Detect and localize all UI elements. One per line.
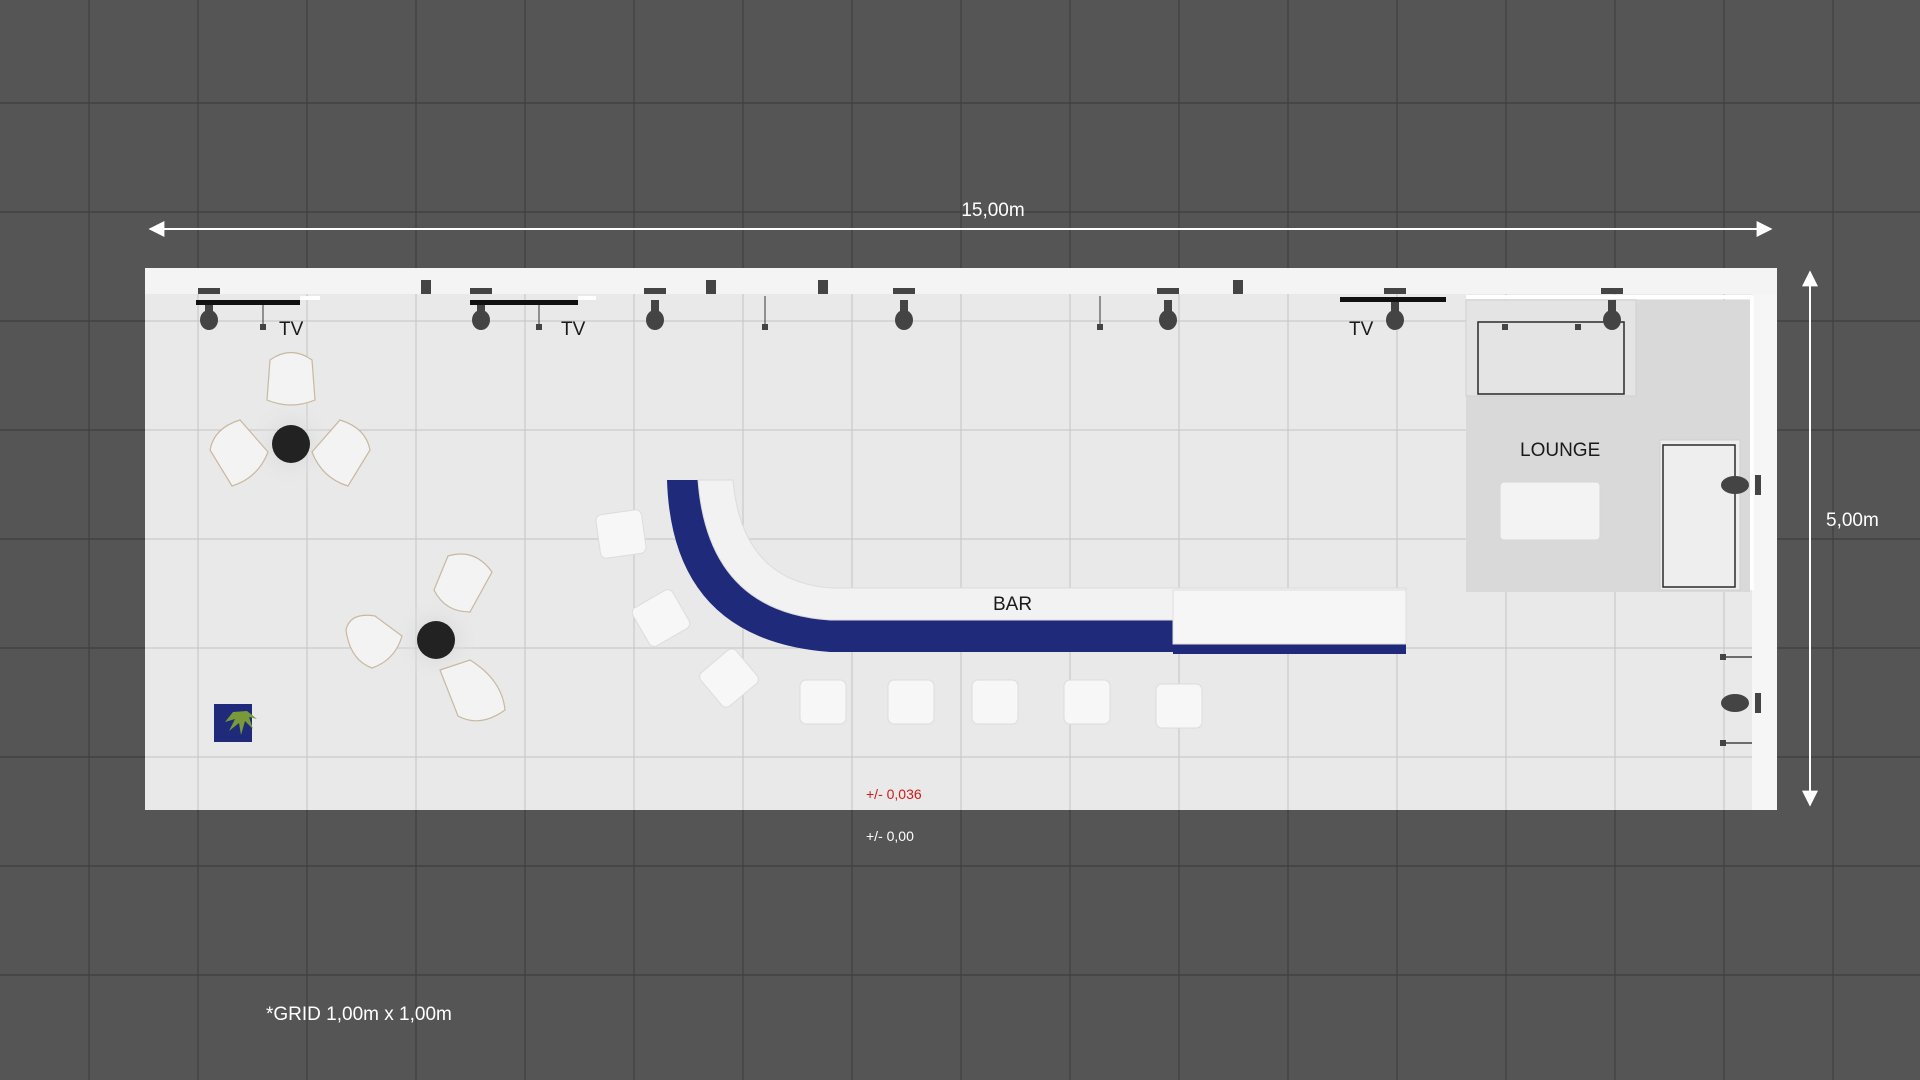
bar-label: BAR (993, 594, 1032, 615)
right-wall (1752, 294, 1777, 810)
grid-note: *GRID 1,00m x 1,00m (266, 1004, 452, 1025)
width-dimension-label: 15,00m (961, 200, 1024, 221)
floor-level-label: +/- 0,036 (866, 786, 922, 802)
lounge-table (1499, 481, 1601, 541)
round-table-1 (272, 425, 310, 463)
round-table-2 (417, 621, 455, 659)
depth-dimension-label: 5,00m (1826, 510, 1879, 531)
tv-label-1: TV (279, 319, 304, 340)
back-wall (145, 268, 1777, 294)
floor-plan: TV TV TV LOUNGE BAR 15,00m 5,00m +/- 0,0… (0, 0, 1920, 1080)
planter (214, 704, 257, 742)
lounge-side-sofa (1659, 439, 1741, 591)
tv-label-3: TV (1349, 319, 1374, 340)
tv-label-2: TV (561, 319, 586, 340)
lounge-label: LOUNGE (1520, 440, 1600, 461)
ground-level-label: +/- 0,00 (866, 828, 914, 844)
